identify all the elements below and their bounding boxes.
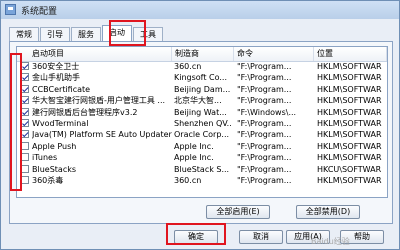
startup-item-manufacturer: Apple Inc.: [174, 141, 214, 151]
startup-item-checkbox[interactable]: [21, 73, 29, 82]
startup-item-manufacturer: Shenzhen QV...: [174, 118, 232, 128]
startup-item-checkbox[interactable]: [21, 107, 29, 116]
startup-row[interactable]: Java(TM) Platform SE Auto Updater Oracle …: [17, 129, 387, 140]
list-rows: 360安全卫士 360.cn "F:\Program... HKLM\SOFTWAR 金…: [17, 61, 387, 186]
startup-item-name: BlueStacks: [32, 164, 77, 174]
startup-item-manufacturer: Beijing Dam...: [174, 84, 231, 94]
startup-row[interactable]: 建行网银盾后台管理程序v3.2 Beijing Wat... "F:\Windows…: [17, 107, 387, 118]
startup-item-location: HKLM\SOFTWAR: [317, 62, 382, 71]
startup-item-location: HKLM\SOFTWAR: [317, 130, 382, 140]
startup-item-command: "F:\Program...: [237, 84, 292, 94]
cancel-button[interactable]: 取消: [239, 230, 283, 244]
startup-item-name: Apple Push: [32, 141, 77, 151]
tab-services[interactable]: 服务: [71, 27, 101, 42]
startup-item-command: "F:\Program...: [237, 153, 292, 163]
tab-general[interactable]: 常规: [9, 27, 39, 42]
startup-item-manufacturer: Apple Inc.: [174, 153, 214, 163]
startup-item-manufacturer: Kingsoft Co...: [174, 73, 228, 83]
startup-row[interactable]: 360杀毒 360.cn "F:\Program... HKLM\SOFTWAR: [17, 175, 387, 186]
startup-item-location: HKLM\SOFTWAR: [317, 107, 382, 117]
startup-item-manufacturer: 360.cn: [174, 62, 202, 71]
startup-panel: 启动项目 制造商 命令 位置 360安全卫士 360.cn "F:\Program.…: [9, 41, 393, 224]
ok-button[interactable]: 确定: [174, 230, 218, 244]
startup-item-checkbox[interactable]: [21, 96, 29, 105]
startup-row[interactable]: BlueStacks BlueStack S... "F:\Program... HK…: [17, 164, 387, 175]
startup-row[interactable]: WvodTerminal Shenzhen QV... "F:\Program...…: [17, 118, 387, 129]
startup-item-name: 360杀毒: [32, 175, 64, 185]
startup-item-command: "F:\Program...: [237, 130, 292, 140]
tab-boot[interactable]: 引导: [40, 27, 70, 42]
startup-item-command: "F:\Program...: [237, 118, 292, 128]
watermark: Baidu经验: [311, 237, 350, 246]
startup-item-name: 建行网银盾后台管理程序v3.2: [32, 107, 138, 117]
startup-item-location: HKLM\SOFTWAR: [317, 96, 382, 106]
startup-item-manufacturer: Beijing Wat...: [174, 107, 227, 117]
startup-item-manufacturer: 北京华大智...: [174, 96, 222, 106]
startup-item-location: HKLM\SOFTWAR: [317, 153, 382, 163]
startup-list[interactable]: 启动项目 制造商 命令 位置 360安全卫士 360.cn "F:\Program.…: [16, 46, 388, 198]
startup-item-checkbox[interactable]: [21, 62, 29, 70]
startup-item-checkbox[interactable]: [21, 164, 29, 173]
enable-all-button[interactable]: 全部启用(E): [206, 205, 270, 219]
startup-row[interactable]: 金山手机助手 Kingsoft Co... "F:\Program... HKLM\S…: [17, 72, 387, 83]
startup-item-command: "F:\Program...: [237, 175, 292, 185]
tab-tools[interactable]: 工具: [133, 27, 163, 42]
startup-item-checkbox[interactable]: [21, 175, 29, 184]
startup-item-checkbox[interactable]: [21, 141, 29, 150]
window-title: 系统配置: [21, 7, 58, 17]
startup-item-location: HKLM\SOFTWAR: [317, 141, 382, 151]
startup-row[interactable]: Apple Push Apple Inc. "F:\Program... HKLM\S…: [17, 141, 387, 152]
title-bar[interactable]: 系统配置: [1, 1, 399, 19]
startup-item-name: 金山手机助手: [32, 73, 80, 83]
startup-item-name: WvodTerminal: [32, 118, 89, 128]
startup-item-location: HKLM\SOFTWAR: [317, 175, 382, 185]
startup-item-name: iTunes: [32, 153, 58, 163]
header-location[interactable]: 位置: [314, 47, 387, 61]
startup-row[interactable]: iTunes Apple Inc. "F:\Program... HKLM\SOFTW…: [17, 152, 387, 163]
startup-item-location: HKLM\SOFTWAR: [317, 118, 382, 128]
header-startup-item[interactable]: 启动项目: [17, 47, 172, 61]
startup-item-command: "F:\Program...: [237, 141, 292, 151]
startup-item-name: 华大智宝建行网银盾-用户管理工具 ...: [32, 96, 166, 106]
tab-startup[interactable]: 启动: [102, 25, 132, 42]
list-header: 启动项目 制造商 命令 位置: [17, 47, 387, 62]
startup-row[interactable]: 华大智宝建行网银盾-用户管理工具 ... 北京华大智... "F:\Program.…: [17, 95, 387, 106]
startup-item-checkbox[interactable]: [21, 153, 29, 162]
startup-item-checkbox[interactable]: [21, 130, 29, 139]
startup-item-manufacturer: BlueStack S...: [174, 164, 230, 174]
startup-item-location: HKLM\SOFTWAR: [317, 84, 382, 94]
startup-item-name: 360安全卫士: [32, 62, 80, 71]
startup-row[interactable]: 360安全卫士 360.cn "F:\Program... HKLM\SOFTWAR: [17, 61, 387, 72]
tab-strip: 常规 引导 服务 启动 工具: [9, 25, 164, 42]
startup-item-manufacturer: 360.cn: [174, 175, 202, 185]
startup-row[interactable]: CCBCertificate Beijing Dam... "F:\Program.…: [17, 84, 387, 95]
startup-item-checkbox[interactable]: [21, 84, 29, 93]
startup-item-command: "F:\Program...: [237, 62, 292, 71]
disable-all-button[interactable]: 全部禁用(D): [296, 205, 360, 219]
header-command[interactable]: 命令: [234, 47, 314, 61]
startup-item-location: HKLM\SOFTWAR: [317, 73, 382, 83]
startup-item-command: "F:\Program...: [237, 73, 292, 83]
system-config-window: 系统配置 常规 引导 服务 启动 工具 启动项目 制造商 命令 位置 360安全…: [0, 0, 400, 250]
startup-item-location: HKCU\SOFTWAR: [317, 164, 382, 174]
startup-item-name: Java(TM) Platform SE Auto Updater: [32, 130, 172, 140]
system-config-icon: [5, 4, 16, 15]
startup-item-manufacturer: Oracle Corp...: [174, 130, 230, 140]
header-manufacturer[interactable]: 制造商: [172, 47, 234, 61]
startup-item-command: "F:\Program...: [237, 96, 292, 106]
startup-item-command: "F:\Windows\...: [237, 107, 297, 117]
startup-item-command: "F:\Program...: [237, 164, 292, 174]
startup-item-checkbox[interactable]: [21, 118, 29, 127]
startup-item-name: CCBCertificate: [32, 84, 91, 94]
